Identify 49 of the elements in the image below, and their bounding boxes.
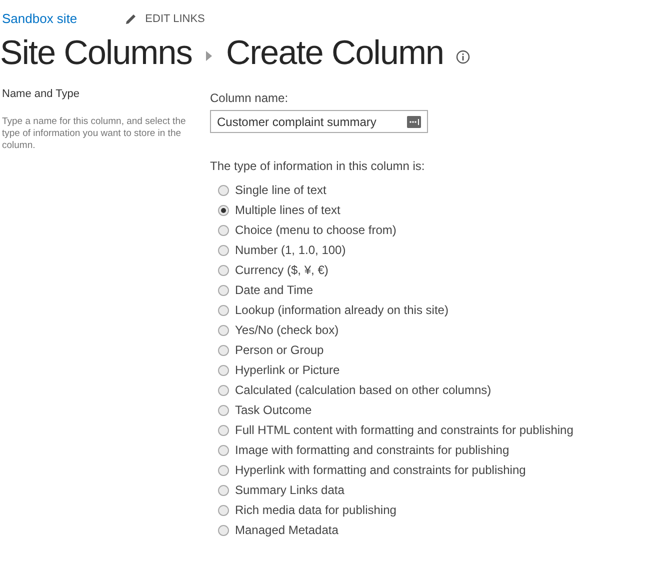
section-description: Type a name for this column, and select the type of information you want to store in the column. (2, 116, 187, 152)
radio-button[interactable] (218, 304, 229, 316)
radio-button[interactable] (218, 464, 229, 476)
radio-label[interactable]: Managed Metadata (235, 521, 338, 539)
breadcrumb-item[interactable]: Site Columns (0, 28, 192, 78)
radio-button[interactable] (218, 184, 229, 196)
radio-button[interactable] (218, 244, 229, 256)
radio-button[interactable] (218, 444, 229, 456)
radio-label[interactable]: Hyperlink or Picture (235, 361, 340, 379)
radio-button[interactable] (218, 504, 229, 516)
radio-button[interactable] (218, 524, 229, 536)
chevron-icon (206, 51, 212, 61)
radio-label[interactable]: Person or Group (235, 341, 324, 359)
radio-button[interactable] (218, 364, 229, 376)
radio-label[interactable]: Yes/No (check box) (235, 321, 339, 339)
radio-button[interactable] (218, 284, 229, 296)
info-icon[interactable] (456, 50, 470, 64)
radio-label[interactable]: Calculated (calculation based on other columns) (235, 381, 492, 399)
radio-label[interactable]: Lookup (information already on this site) (235, 301, 448, 319)
radio-label[interactable]: Full HTML content with formatting and constraints for publishing (235, 421, 574, 439)
field-label: Column name: (210, 90, 290, 107)
ellipsis-icon (407, 116, 421, 128)
radio-label[interactable]: Multiple lines of text (235, 201, 340, 219)
column-name-field[interactable]: Customer complaint summary (210, 110, 428, 133)
radio-label[interactable]: Summary Links data (235, 481, 344, 499)
radio-button[interactable] (218, 484, 229, 496)
radio-label[interactable]: Date and Time (235, 281, 314, 299)
radio-label[interactable]: Number (1, 1.0, 100) (235, 241, 346, 259)
radio-button[interactable] (218, 404, 229, 416)
radio-button[interactable] (218, 344, 229, 356)
radio-label[interactable]: Rich media data for publishing (235, 501, 396, 519)
radio-label[interactable]: Task Outcome (235, 401, 312, 419)
section-title: Name and Type (2, 87, 80, 102)
radio-button[interactable] (218, 224, 229, 236)
pencil-icon (125, 13, 138, 25)
radio-label[interactable]: Hyperlink with formatting and constraints for publishing (235, 461, 526, 479)
radio-button[interactable] (218, 324, 229, 336)
page-title: Create Column (226, 32, 444, 74)
radio-button[interactable] (218, 204, 229, 216)
radio-label[interactable]: Currency ($, ¥, €) (235, 261, 328, 279)
radio-button[interactable] (218, 264, 229, 276)
radio-label[interactable]: Image with formatting and constraints for publishing (235, 441, 510, 459)
radio-button[interactable] (218, 424, 229, 436)
field-label: The type of information in this column is: (210, 158, 426, 175)
edit-links-link[interactable]: EDIT LINKS (145, 10, 205, 28)
radio-label[interactable]: Choice (menu to choose from) (235, 221, 396, 239)
radio-button[interactable] (218, 384, 229, 396)
site-link[interactable]: Sandbox site (2, 9, 78, 29)
radio-label[interactable]: Single line of text (235, 181, 326, 199)
